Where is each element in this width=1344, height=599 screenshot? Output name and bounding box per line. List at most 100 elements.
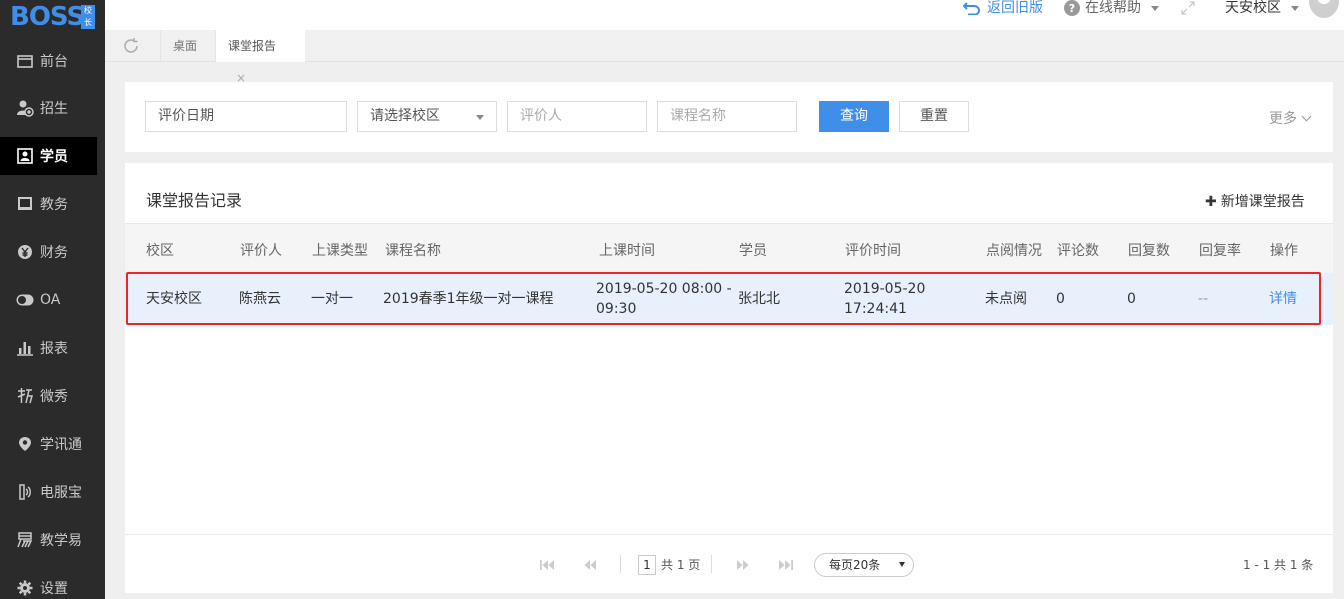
first-page-icon [540,560,554,570]
first-page-button[interactable] [533,554,561,576]
tab-class-report[interactable]: 课堂报告× [215,30,305,85]
col-read-status: 点阅情况 [986,243,1042,259]
sidebar: BOSS 校长 前台 招生 学员 教务 财务 OA 报表 微秀 学讯通 电服宝 … [0,0,105,599]
more-filters-toggle[interactable]: 更多 [1269,108,1312,128]
sidebar-item-label: 学员 [40,149,68,165]
weixiu-icon [16,387,34,405]
sidebar-item-label: 招生 [40,101,68,117]
sidebar-item-frontdesk[interactable]: 前台 [0,42,97,80]
cell-class-time-end: 09:30 [596,301,637,317]
sidebar-item-label: 教学易 [40,533,82,549]
more-label: 更多 [1269,111,1297,127]
page-number-input[interactable]: 1 [638,555,656,575]
campus-selector[interactable]: 天安校区 [1225,0,1299,16]
jiaoxueyi-icon [16,531,34,549]
reset-button[interactable]: 重置 [899,101,969,132]
avatar[interactable] [1309,0,1339,18]
chevron-down-icon [1151,5,1159,11]
toggle-icon [16,291,34,309]
sidebar-item-label: 前台 [40,54,68,70]
campus-select-label: 请选择校区 [370,108,440,124]
prev-page-button[interactable] [576,554,604,576]
sidebar-item-label: 财务 [40,245,68,261]
query-button[interactable]: 查询 [819,101,889,132]
filter-panel: 评价日期 请选择校区 评价人 课程名称 查询 重置 更多 [125,82,1333,152]
next-page-button[interactable] [729,554,757,576]
footer-divider [125,534,1333,535]
sidebar-item-settings[interactable]: 设置 [0,569,97,599]
location-icon [16,435,34,453]
next-page-icon [737,560,749,570]
cell-eval-time: 2019-05-20 17:24:41 [844,279,984,319]
sidebar-item-student[interactable]: 学员 [0,137,97,175]
sidebar-item-oa[interactable]: OA [0,281,97,319]
cell-replies: 0 [1127,291,1136,307]
logo-text: BOSS [10,2,85,32]
col-action: 操作 [1270,243,1298,259]
back-to-old-version-link[interactable]: 返回旧版 [963,0,1043,16]
sidebar-item-label: 报表 [40,341,68,357]
sidebar-item-label: 设置 [40,581,68,597]
last-page-button[interactable] [772,554,800,576]
help-icon: ? [1064,0,1080,16]
sidebar-item-dianfubao[interactable]: 电服宝 [0,473,97,511]
col-replies: 回复数 [1128,243,1170,259]
add-report-button[interactable]: ✚ 新增课堂报告 [1205,191,1305,211]
sidebar-item-weixiu[interactable]: 微秀 [0,377,97,415]
yen-icon [16,243,34,261]
tab-label: 课堂报告 [228,39,277,53]
sidebar-item-xuexuntong[interactable]: 学讯通 [0,425,97,463]
plus-icon: ✚ [1205,194,1217,210]
page-size-label: 每页20条 [829,558,881,572]
top-bar: 返回旧版 ? 在线帮助 天安校区 [105,0,1344,30]
page-total: 共 1 页 [661,558,701,572]
help-label: 在线帮助 [1085,0,1141,16]
cell-eval-clock: 17:24:41 [844,301,907,317]
col-reply-rate: 回复率 [1199,243,1241,259]
pagination-summary: 1 - 1 共 1 条 [1243,558,1314,572]
cell-class-time: 2019-05-20 08:00 - 09:30 [596,279,736,319]
sidebar-item-reports[interactable]: 报表 [0,329,97,367]
sidebar-item-label: 电服宝 [40,485,82,501]
enroll-icon [16,99,34,117]
online-help-menu[interactable]: ? 在线帮助 [1063,0,1159,16]
eval-date-input[interactable]: 评价日期 [145,101,347,132]
details-link[interactable]: 详情 [1269,289,1297,309]
page-size-select[interactable]: 每页20条 [814,553,914,577]
refresh-button[interactable] [121,36,141,56]
chevron-down-icon [476,115,484,120]
expand-icon [1181,1,1195,15]
cell-read-status: 未点阅 [985,291,1027,307]
tab-strip: 桌面 课堂报告× [105,30,1344,85]
table-row[interactable]: 天安校区 陈燕云 一对一 2019春季1年级一对一课程 2019-05-20 0… [125,273,1333,325]
sidebar-item-label: 教务 [40,197,68,213]
sidebar-item-label: 微秀 [40,389,68,405]
pagination-separator [620,555,621,573]
sidebar-item-enroll[interactable]: 招生 [0,89,97,127]
col-evaluator: 评价人 [240,243,282,259]
campus-select[interactable]: 请选择校区 [357,101,497,132]
chevron-down-icon [1301,111,1312,122]
refresh-icon [124,38,138,53]
fullscreen-button[interactable] [1180,0,1196,16]
undo-icon [963,2,981,15]
book-icon [16,195,34,213]
cell-course: 2019春季1年级一对一课程 [383,291,554,307]
table-header: 校区 评价人 上课类型 课程名称 上课时间 学员 评价时间 点阅情况 评论数 回… [125,223,1333,273]
add-report-label: 新增课堂报告 [1220,194,1305,210]
gear-icon [16,579,34,597]
col-student: 学员 [739,243,767,259]
sidebar-item-label: OA [40,292,61,308]
cell-eval-date: 2019-05-20 [844,281,926,297]
cell-comments: 0 [1056,291,1065,307]
cell-campus: 天安校区 [146,291,202,307]
campus-label: 天安校区 [1225,0,1281,16]
evaluator-input[interactable]: 评价人 [507,101,647,132]
sidebar-item-finance[interactable]: 财务 [0,233,97,271]
chevron-down-icon [1291,5,1299,11]
sidebar-item-jiaoxueyi[interactable]: 教学易 [0,521,97,559]
tab-desktop[interactable]: 桌面 [160,30,215,62]
sidebar-item-academic[interactable]: 教务 [0,185,97,223]
course-name-input[interactable]: 课程名称 [657,101,797,132]
prev-page-icon [584,560,596,570]
